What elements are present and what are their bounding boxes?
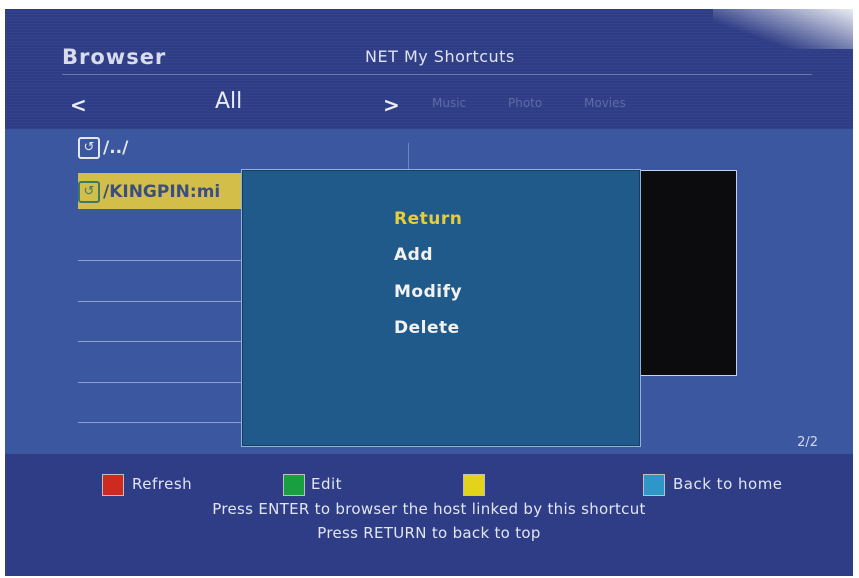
nav-current-category[interactable]: All (215, 89, 242, 114)
empty-row-line (78, 301, 243, 302)
red-key-icon (102, 474, 124, 496)
hint-return: Press RETURN to back to top (317, 524, 541, 542)
page-indicator: 2/2 (797, 435, 818, 450)
nav-tab-photo[interactable]: Photo (508, 96, 542, 110)
header-divider (62, 74, 812, 75)
menu-item-return[interactable]: Return (394, 209, 462, 229)
screen-title: NET My Shortcuts (365, 47, 515, 66)
options-popup-menu: Return Add Modify Delete (241, 169, 641, 447)
footer-legend: Refresh Edit Back to home Press ENTER to… (5, 454, 853, 576)
blue-key-icon (643, 474, 665, 496)
shortcut-icon: ↺ (78, 180, 100, 203)
screen-glare (713, 9, 853, 49)
nav-tab-movies[interactable]: Movies (584, 96, 626, 110)
nav-prev-arrow[interactable]: < (70, 93, 87, 117)
empty-row-line (78, 260, 243, 261)
yellow-key-icon (463, 474, 485, 496)
empty-row-line (78, 382, 243, 383)
list-item-selected[interactable]: ↺/KINGPIN:mi (78, 173, 246, 209)
tv-screen: Browser NET My Shortcuts < All > Music P… (5, 9, 853, 576)
list-item-label: /KINGPIN:mi (103, 181, 221, 202)
blue-key-label: Back to home (673, 475, 783, 493)
menu-item-add[interactable]: Add (394, 245, 433, 265)
green-key-label: Edit (311, 475, 343, 493)
green-key-icon (283, 474, 305, 496)
shortcut-icon: ↺ (78, 137, 100, 159)
nav-next-arrow[interactable]: > (383, 93, 400, 117)
list-item-label: /../ (103, 138, 129, 158)
list-item-parent[interactable]: ↺/../ (78, 137, 128, 169)
red-key-label: Refresh (132, 475, 193, 493)
nav-tab-music[interactable]: Music (432, 96, 466, 110)
hint-enter: Press ENTER to browser the host linked b… (212, 500, 646, 518)
empty-row-line (78, 341, 243, 342)
empty-row-line (78, 422, 243, 423)
app-title: Browser (62, 45, 167, 69)
menu-item-delete[interactable]: Delete (394, 318, 460, 338)
preview-thumbnail (638, 170, 737, 376)
menu-item-modify[interactable]: Modify (394, 282, 462, 302)
